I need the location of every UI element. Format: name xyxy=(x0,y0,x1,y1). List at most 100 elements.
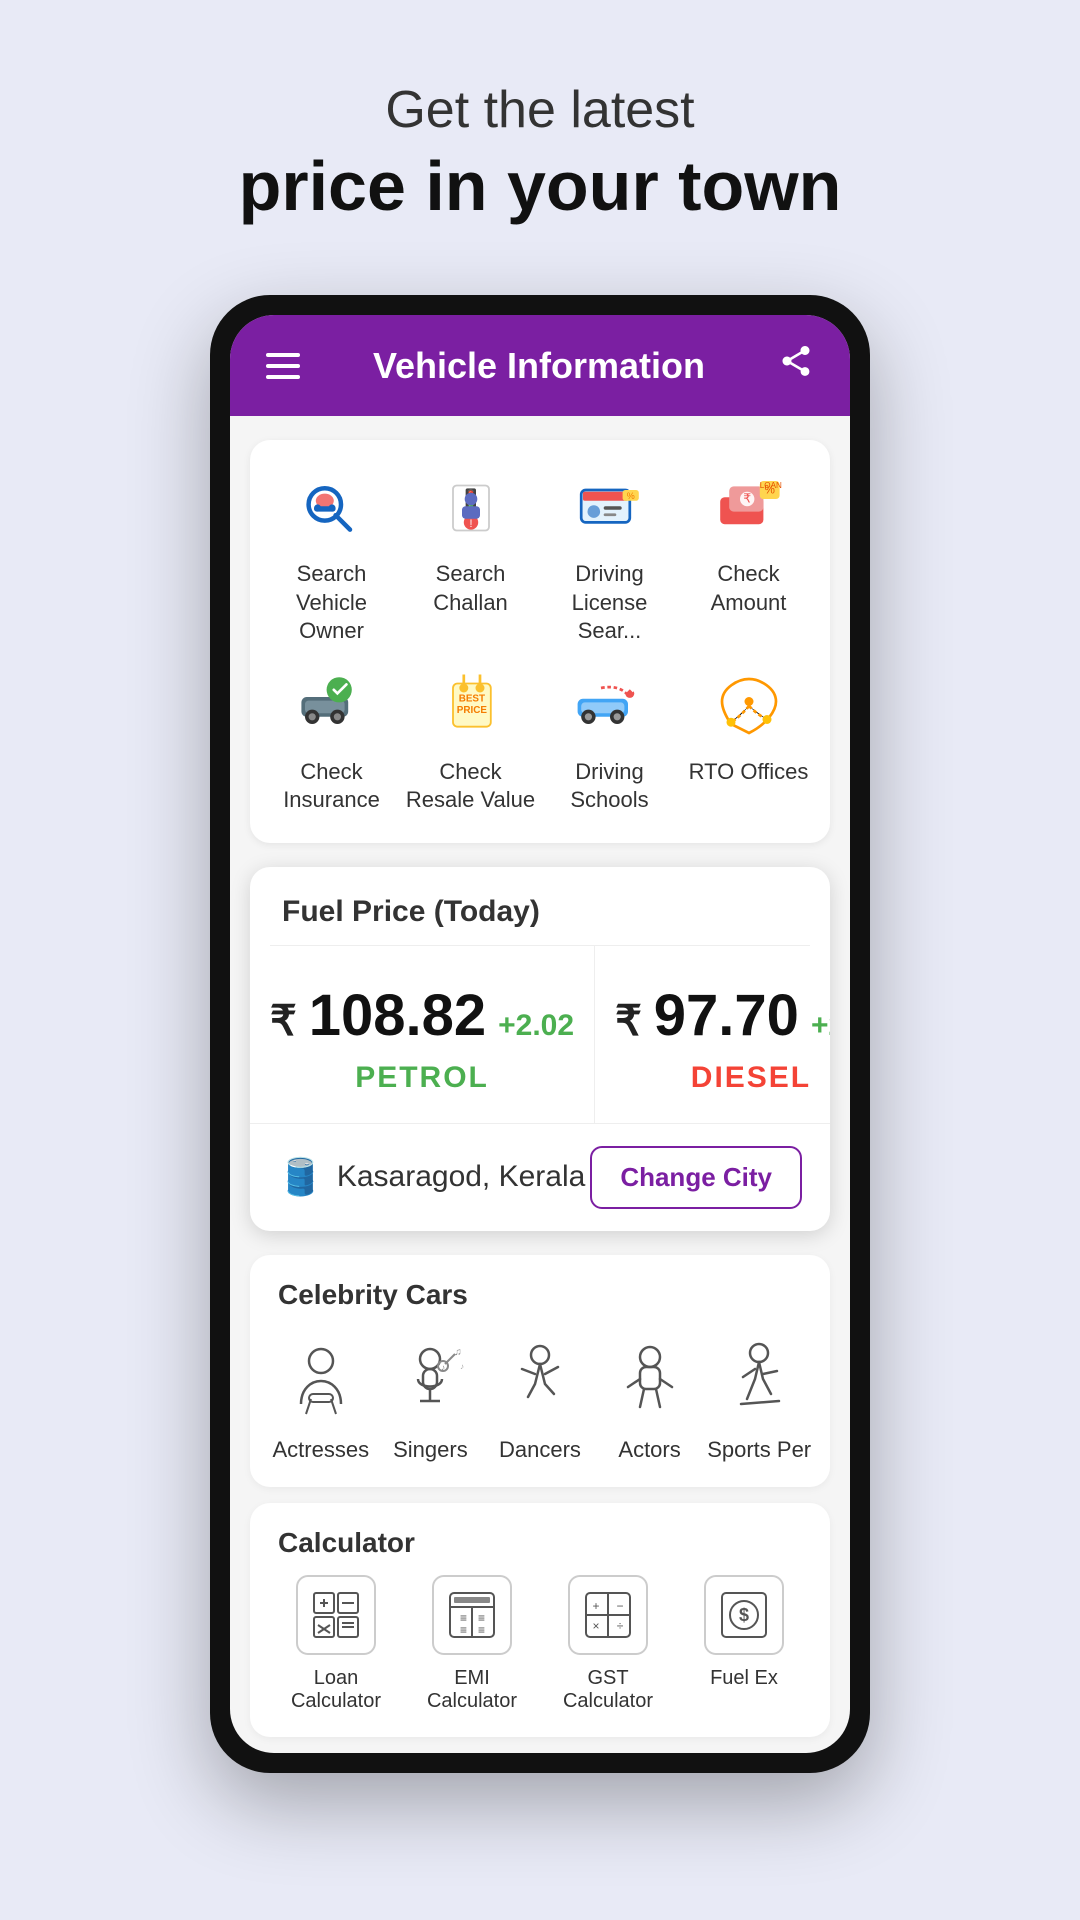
svg-text:♫: ♫ xyxy=(455,1347,463,1358)
actors-icon xyxy=(606,1335,694,1423)
calculator-grid: Loan Calculator ≡ ≡ ≡ xyxy=(266,1575,814,1713)
app-bar-title: Vehicle Information xyxy=(373,345,705,387)
calc-item-gst[interactable]: + − × ÷ GST Calculator xyxy=(546,1575,670,1713)
grid-item-check-resale-value[interactable]: BEST PRICE Check Resale Value xyxy=(405,666,536,815)
grid-item-label: RTO Offices xyxy=(689,758,809,787)
svg-text:×: × xyxy=(592,1619,599,1633)
svg-text:÷: ÷ xyxy=(617,1619,624,1633)
diesel-rupee: ₹ xyxy=(615,996,642,1045)
celebrity-item-label: Actresses xyxy=(273,1437,370,1463)
celebrity-item-label: Singers xyxy=(393,1437,468,1463)
diesel-value: 97.70 xyxy=(654,982,799,1049)
change-city-button[interactable]: Change City xyxy=(590,1146,802,1209)
svg-text:%: % xyxy=(626,491,634,501)
grid-item-rto-offices[interactable]: RTO Offices xyxy=(683,666,814,815)
grid-item-label: Search Challan xyxy=(405,560,536,617)
diesel-change: +2.01 xyxy=(811,1009,830,1043)
svg-text:BEST: BEST xyxy=(458,693,484,704)
celebrity-item-singers[interactable]: ♪ ♫ ♪ Singers xyxy=(376,1335,486,1463)
dancers-icon xyxy=(496,1335,584,1423)
grid-item-driving-license[interactable]: % Driving License Sear... xyxy=(544,468,675,646)
hero-section: Get the latest price in your town xyxy=(0,0,1080,265)
check-amount-icon: ₹ % LOAN xyxy=(709,468,789,548)
grid-item-search-challan[interactable]: 🚦 ! Search Challan xyxy=(405,468,536,646)
calc-item-label: EMI Calculator xyxy=(410,1667,534,1713)
grid-item-label: Check Insurance xyxy=(266,758,397,815)
grid-item-search-vehicle-owner[interactable]: Search Vehicle Owner xyxy=(266,468,397,646)
driving-license-icon: % xyxy=(570,468,650,548)
calc-item-label: Loan Calculator xyxy=(274,1667,398,1713)
fuel-city-left: 🛢️ Kasaragod, Kerala xyxy=(278,1156,585,1198)
sports-per-icon xyxy=(715,1335,803,1423)
fuel-prices: ₹ 108.82 +2.02 PETROL ₹ 97.70 +2.01 DIES… xyxy=(250,946,830,1124)
check-resale-value-icon: BEST PRICE xyxy=(431,666,511,746)
vehicle-grid: Search Vehicle Owner 🚦 ! xyxy=(266,468,814,815)
svg-text:!: ! xyxy=(469,518,472,530)
svg-text:−: − xyxy=(616,1599,623,1613)
driving-schools-icon xyxy=(570,666,650,746)
grid-item-check-insurance[interactable]: Check Insurance xyxy=(266,666,397,815)
phone-mockup: Vehicle Information xyxy=(210,295,870,1773)
grid-item-label: Driving Schools xyxy=(544,758,675,815)
svg-text:$: $ xyxy=(739,1605,749,1625)
calculator-title: Calculator xyxy=(266,1527,814,1575)
diesel-amount: ₹ 97.70 +2.01 xyxy=(615,982,830,1049)
petrol-change: +2.02 xyxy=(498,1009,574,1043)
svg-text:₹: ₹ xyxy=(743,492,751,506)
grid-item-driving-schools[interactable]: Driving Schools xyxy=(544,666,675,815)
calc-item-emi[interactable]: ≡ ≡ ≡ ≡ EMI Calculator xyxy=(410,1575,534,1713)
fuel-card-header: Fuel Price (Today) xyxy=(250,867,830,945)
search-challan-icon: 🚦 ! xyxy=(431,468,511,548)
fuel-drop-icon: 🛢️ xyxy=(278,1156,323,1198)
celebrity-item-actresses[interactable]: Actresses xyxy=(266,1335,376,1463)
celebrity-item-actors[interactable]: Actors xyxy=(595,1335,705,1463)
calc-item-fuel-ex[interactable]: $ Fuel Ex xyxy=(682,1575,806,1713)
calc-item-label: GST Calculator xyxy=(546,1667,670,1713)
grid-item-label: Driving License Sear... xyxy=(544,560,675,646)
singers-icon: ♪ ♫ ♪ xyxy=(386,1335,474,1423)
calc-item-loan[interactable]: Loan Calculator xyxy=(274,1575,398,1713)
hero-subtitle: Get the latest xyxy=(40,80,1040,140)
petrol-value: 108.82 xyxy=(309,982,486,1049)
petrol-col: ₹ 108.82 +2.02 PETROL xyxy=(250,946,595,1123)
diesel-col: ₹ 97.70 +2.01 DIESEL xyxy=(595,946,830,1123)
calculator-section: Calculator xyxy=(250,1503,830,1737)
hero-title: price in your town xyxy=(40,148,1040,225)
fuel-city-name: Kasaragod, Kerala xyxy=(337,1160,586,1194)
loan-calc-icon xyxy=(296,1575,376,1655)
fuel-price-card: Fuel Price (Today) ₹ 108.82 +2.02 PETROL… xyxy=(250,867,830,1231)
actresses-icon xyxy=(277,1335,365,1423)
fuel-city-row: 🛢️ Kasaragod, Kerala Change City xyxy=(250,1124,830,1231)
search-vehicle-icon xyxy=(292,468,372,548)
share-icon[interactable] xyxy=(778,343,814,388)
svg-text:+: + xyxy=(592,1599,599,1613)
app-bar: Vehicle Information xyxy=(230,315,850,416)
fuel-ex-calc-icon: $ xyxy=(704,1575,784,1655)
celebrity-item-label: Sports Per xyxy=(707,1437,811,1463)
celebrity-item-dancers[interactable]: Dancers xyxy=(485,1335,595,1463)
vehicle-section: Search Vehicle Owner 🚦 ! xyxy=(250,440,830,843)
svg-text:♪: ♪ xyxy=(441,1363,445,1372)
celebrity-item-label: Dancers xyxy=(499,1437,581,1463)
celebrity-section: Celebrity Cars Actresses xyxy=(250,1255,830,1487)
grid-item-label: Check Resale Value xyxy=(405,758,536,815)
petrol-amount: ₹ 108.82 +2.02 xyxy=(270,982,574,1049)
diesel-label: DIESEL xyxy=(691,1061,811,1095)
svg-text:PRICE: PRICE xyxy=(456,705,487,716)
svg-text:LOAN: LOAN xyxy=(759,481,781,490)
svg-text:≡: ≡ xyxy=(478,1623,485,1637)
phone-screen: Vehicle Information xyxy=(230,315,850,1753)
grid-item-check-amount[interactable]: ₹ % LOAN Check Amount xyxy=(683,468,814,646)
svg-text:♪: ♪ xyxy=(460,1362,464,1371)
gst-calc-icon: + − × ÷ xyxy=(568,1575,648,1655)
celebrity-title: Celebrity Cars xyxy=(250,1255,830,1327)
celebrity-item-label: Actors xyxy=(618,1437,680,1463)
emi-calc-icon: ≡ ≡ ≡ ≡ xyxy=(432,1575,512,1655)
celebrity-item-sports-per[interactable]: Sports Per xyxy=(704,1335,814,1463)
celebrity-grid: Actresses xyxy=(250,1327,830,1487)
hamburger-menu[interactable] xyxy=(266,353,300,379)
svg-text:≡: ≡ xyxy=(460,1623,467,1637)
petrol-rupee: ₹ xyxy=(270,996,297,1045)
check-insurance-icon xyxy=(292,666,372,746)
calc-item-label: Fuel Ex xyxy=(710,1667,778,1690)
